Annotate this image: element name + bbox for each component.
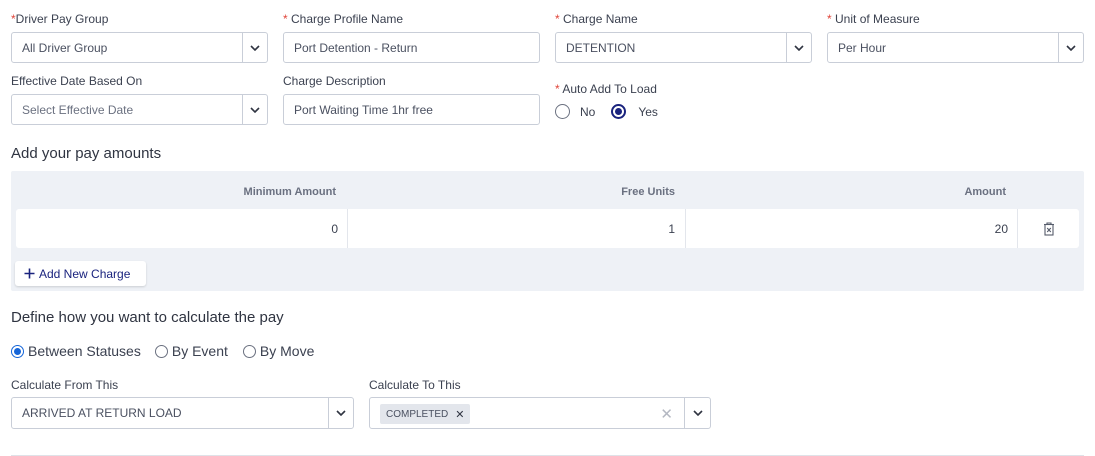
driver-pay-group-label: *Driver Pay Group [11,12,109,26]
delete-row-button[interactable] [1018,209,1079,248]
chevron-down-icon[interactable] [242,95,267,124]
plus-icon [24,268,35,279]
free-units-cell[interactable]: 1 [348,209,685,248]
clear-icon[interactable]: ✕ [660,405,673,423]
charge-profile-name-input[interactable]: Port Detention - Return [283,32,540,63]
charge-name-value: DETENTION [566,40,636,55]
by-event-label: By Event [171,343,228,359]
auto-add-yes-label: Yes [638,104,658,119]
between-statuses-radio[interactable] [11,344,24,358]
column-header-amount: Amount [964,186,1006,198]
column-header-free-units: Free Units [621,186,675,198]
add-new-charge-label: Add New Charge [39,266,131,281]
by-move-radio[interactable] [242,344,256,358]
pay-amounts-title: Add your pay amounts [11,145,162,162]
calculate-to-multiselect[interactable]: COMPLETED ✕ ✕ [369,397,711,429]
remove-chip-icon[interactable]: ✕ [455,408,464,421]
chevron-down-icon[interactable] [786,33,811,62]
calculate-from-label: Calculate From This [11,378,119,392]
chevron-down-icon[interactable] [328,398,353,428]
calculate-to-label: Calculate To This [369,378,461,392]
charge-description-value: Port Waiting Time 1hr free [294,102,433,117]
auto-add-yes-radio[interactable] [611,104,627,119]
charge-name-select[interactable]: DETENTION [555,32,812,63]
effective-date-placeholder: Select Effective Date [22,102,134,117]
calculate-from-value: ARRIVED AT RETURN LOAD [22,406,182,420]
by-move-label: By Move [259,343,315,359]
status-chip-label: COMPLETED [386,408,449,420]
charge-description-label: Charge Description [283,74,386,88]
charge-name-label: * Charge Name [555,12,638,26]
amount-cell[interactable]: 20 [686,209,1017,248]
driver-pay-group-value: All Driver Group [22,40,108,55]
effective-date-label: Effective Date Based On [11,74,143,88]
calculate-from-select[interactable]: ARRIVED AT RETURN LOAD [11,397,354,429]
effective-date-select[interactable]: Select Effective Date [11,94,268,125]
unit-of-measure-select[interactable]: Per Hour [827,32,1084,63]
charge-profile-name-value: Port Detention - Return [294,40,418,55]
add-new-charge-button[interactable]: Add New Charge [15,261,146,286]
by-event-radio[interactable] [154,344,168,358]
radio-selected-dot [615,108,623,115]
table-row: 0 1 20 [16,209,1079,248]
unit-of-measure-label: * Unit of Measure [827,12,920,26]
between-statuses-label: Between Statuses [28,343,141,359]
auto-add-no-label: No [580,104,596,119]
pay-amounts-table: Minimum Amount Free Units Amount 0 1 20 … [11,171,1084,291]
charge-profile-name-label: * Charge Profile Name [283,12,404,26]
chevron-down-icon[interactable] [242,33,267,62]
auto-add-no-radio[interactable] [555,104,570,119]
status-chip: COMPLETED ✕ [380,404,471,424]
calculation-method-radio-group: Between Statuses By Event By Move [11,343,314,359]
auto-add-radio-group: No Yes [555,104,658,119]
radio-selected-dot [14,347,21,355]
unit-of-measure-value: Per Hour [838,40,887,55]
column-header-minimum-amount: Minimum Amount [243,186,336,198]
chevron-down-icon[interactable] [1058,33,1083,62]
chevron-down-icon[interactable] [684,398,710,428]
driver-pay-group-select[interactable]: All Driver Group [11,32,268,63]
charge-description-input[interactable]: Port Waiting Time 1hr free [283,94,540,125]
auto-add-label: * Auto Add To Load [555,82,657,96]
minimum-amount-cell[interactable]: 0 [16,209,347,248]
calculation-title: Define how you want to calculate the pay [11,309,284,326]
trash-icon [1043,221,1054,236]
